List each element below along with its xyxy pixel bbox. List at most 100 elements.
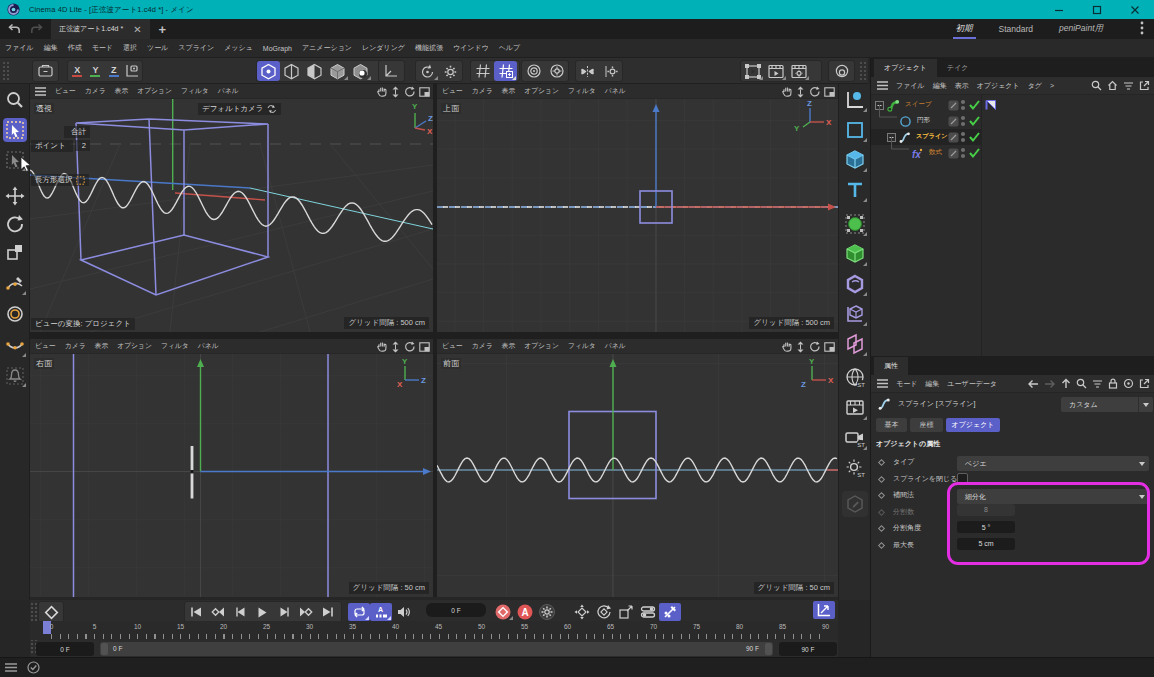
visibility-dots-icon[interactable] xyxy=(960,115,966,127)
axis-settings-icon[interactable] xyxy=(545,61,568,81)
camera-object-icon[interactable]: ST xyxy=(842,425,868,451)
sky-object-icon[interactable]: ST xyxy=(842,365,868,391)
range-slider-right-handle[interactable] xyxy=(765,643,772,655)
spline-smooth-tool-icon[interactable] xyxy=(3,334,27,358)
menu-item[interactable]: 機能拡張 xyxy=(415,43,443,53)
viewport-menu-display[interactable]: 表示 xyxy=(502,341,516,351)
render-settings-icon[interactable] xyxy=(787,61,810,81)
viewport-menu-options[interactable]: オプション xyxy=(524,86,559,96)
viewport-menu-panel[interactable]: パネル xyxy=(218,86,239,96)
attr-menu-mode[interactable]: モード xyxy=(896,379,917,389)
viewport-menu-view[interactable]: ビュー xyxy=(55,86,76,96)
key-scale-icon[interactable] xyxy=(615,603,637,621)
attr-filter-icon[interactable] xyxy=(1092,379,1103,389)
enabled-check-icon[interactable] xyxy=(968,115,981,127)
cube-primitive-icon[interactable] xyxy=(842,147,868,173)
visibility-dots-icon[interactable] xyxy=(960,99,966,111)
attr-forward-icon[interactable] xyxy=(1044,379,1056,389)
viewport-menu-display[interactable]: 表示 xyxy=(115,86,129,96)
timeline-ruler[interactable]: 051015202530354045505560657075808590 xyxy=(30,621,838,640)
viewport-menu-view[interactable]: ビュー xyxy=(35,341,56,351)
menu-item[interactable]: 選択 xyxy=(123,43,137,53)
edit-toggle-icon[interactable] xyxy=(948,132,959,143)
redo-icon[interactable] xyxy=(28,21,46,37)
axis-center-icon[interactable] xyxy=(522,61,545,81)
axis-workplane-icon[interactable] xyxy=(380,61,403,81)
maximize-button[interactable] xyxy=(1078,0,1116,19)
attr-search-icon[interactable] xyxy=(1076,378,1087,389)
instance-object-icon[interactable] xyxy=(842,301,868,327)
pan-hand-icon[interactable] xyxy=(782,341,792,352)
menu-item[interactable]: ヘルプ xyxy=(499,43,521,53)
phong-tag-icon[interactable] xyxy=(985,99,997,111)
viewport-right[interactable]: ビュー カメラ 表示 オプション フィルタ パネル Y Z X 右面 グリッド間… xyxy=(30,339,433,597)
om-menu-view[interactable]: 表示 xyxy=(955,81,969,91)
type-dropdown[interactable]: ベジエ xyxy=(957,456,1149,471)
subdivision-surface-icon[interactable] xyxy=(842,211,868,237)
viewport-menu-camera[interactable]: カメラ xyxy=(85,86,106,96)
symmetry-settings-icon[interactable] xyxy=(599,61,622,81)
enabled-check-icon[interactable] xyxy=(968,131,981,143)
keying-settings-icon[interactable] xyxy=(536,603,558,621)
menu-item[interactable]: MoGraph xyxy=(263,45,292,52)
edit-toggle-icon[interactable] xyxy=(948,100,959,111)
record-keyframe-icon[interactable] xyxy=(40,603,62,621)
object-row-circle[interactable]: 円形 xyxy=(871,113,1154,129)
edit-toggle-icon[interactable] xyxy=(948,148,959,159)
extrude-generator-icon[interactable] xyxy=(842,241,868,267)
solo-mode-icon[interactable] xyxy=(830,61,853,81)
pan-hand-icon[interactable] xyxy=(377,86,387,97)
timeline-window-icon[interactable] xyxy=(813,601,835,619)
shading-lines-icon[interactable] xyxy=(280,61,303,81)
viewport-menu-options[interactable]: オプション xyxy=(117,341,152,351)
play-icon[interactable] xyxy=(251,603,273,621)
menu-item[interactable]: モード xyxy=(92,43,113,53)
spline-pen-tool-icon[interactable] xyxy=(3,272,27,296)
current-frame-field[interactable]: 0 F xyxy=(426,603,486,617)
dolly-icon[interactable] xyxy=(796,86,805,98)
menu-item[interactable]: ウインドウ xyxy=(453,43,489,53)
close-tab-icon[interactable]: ✕ xyxy=(133,24,141,35)
record-keyframe-button[interactable] xyxy=(492,603,514,621)
layout-standard[interactable]: Standard xyxy=(999,24,1034,34)
om-menu-icon[interactable] xyxy=(877,81,888,90)
viewport-menu-view[interactable]: ビュー xyxy=(442,86,463,96)
orbit-icon[interactable] xyxy=(809,86,820,97)
zoom-tool-icon[interactable] xyxy=(3,88,27,112)
rectangle-spline-icon[interactable] xyxy=(842,117,868,143)
pan-hand-icon[interactable] xyxy=(377,341,387,352)
bell-tool-icon[interactable] xyxy=(3,364,27,388)
key-position-icon[interactable] xyxy=(571,603,593,621)
dolly-icon[interactable] xyxy=(391,86,400,98)
viewport-menu-camera[interactable]: カメラ xyxy=(472,341,493,351)
goto-start-icon[interactable] xyxy=(185,603,207,621)
render-picture-viewer-icon[interactable] xyxy=(764,61,787,81)
layout-initial[interactable]: 初期 xyxy=(956,23,973,35)
viewport-menu-panel[interactable]: パネル xyxy=(198,341,219,351)
camera-label[interactable]: デフォルトカメラ xyxy=(198,103,281,115)
object-name[interactable]: スイープ xyxy=(905,100,932,109)
object-row-formula[interactable]: fx 数式 xyxy=(871,145,1154,161)
reset-psr-icon[interactable] xyxy=(416,61,439,81)
visibility-dots-icon[interactable] xyxy=(960,131,966,143)
prev-frame-icon[interactable] xyxy=(229,603,251,621)
enabled-check-icon[interactable] xyxy=(968,99,981,111)
attr-menu-userdata[interactable]: ユーザーデータ xyxy=(947,379,997,389)
dolly-icon[interactable] xyxy=(796,341,805,353)
rotate-tool-icon[interactable] xyxy=(3,212,27,236)
toolbar-drag-handle[interactable] xyxy=(2,61,9,81)
render-view-icon[interactable] xyxy=(741,61,764,81)
top-canvas[interactable]: Z X Y xyxy=(437,99,838,332)
attr-menu-edit[interactable]: 編集 xyxy=(925,379,939,389)
om-menu-edit[interactable]: 編集 xyxy=(933,81,947,91)
toggle-view-icon[interactable] xyxy=(824,342,835,352)
snap-toggle-icon[interactable] xyxy=(494,61,517,81)
undo-icon[interactable] xyxy=(5,21,23,37)
menu-item[interactable]: ファイル xyxy=(5,43,34,53)
menu-item[interactable]: レンダリング xyxy=(362,43,405,53)
om-search-icon[interactable] xyxy=(1091,80,1102,91)
attr-tab-object[interactable]: オブジェクト xyxy=(946,418,1000,432)
viewport-top[interactable]: ビュー カメラ 表示 オプション フィルタ パネル xyxy=(437,84,838,332)
object-name[interactable]: スプライン xyxy=(916,132,948,141)
content-browser-icon[interactable] xyxy=(34,61,57,81)
